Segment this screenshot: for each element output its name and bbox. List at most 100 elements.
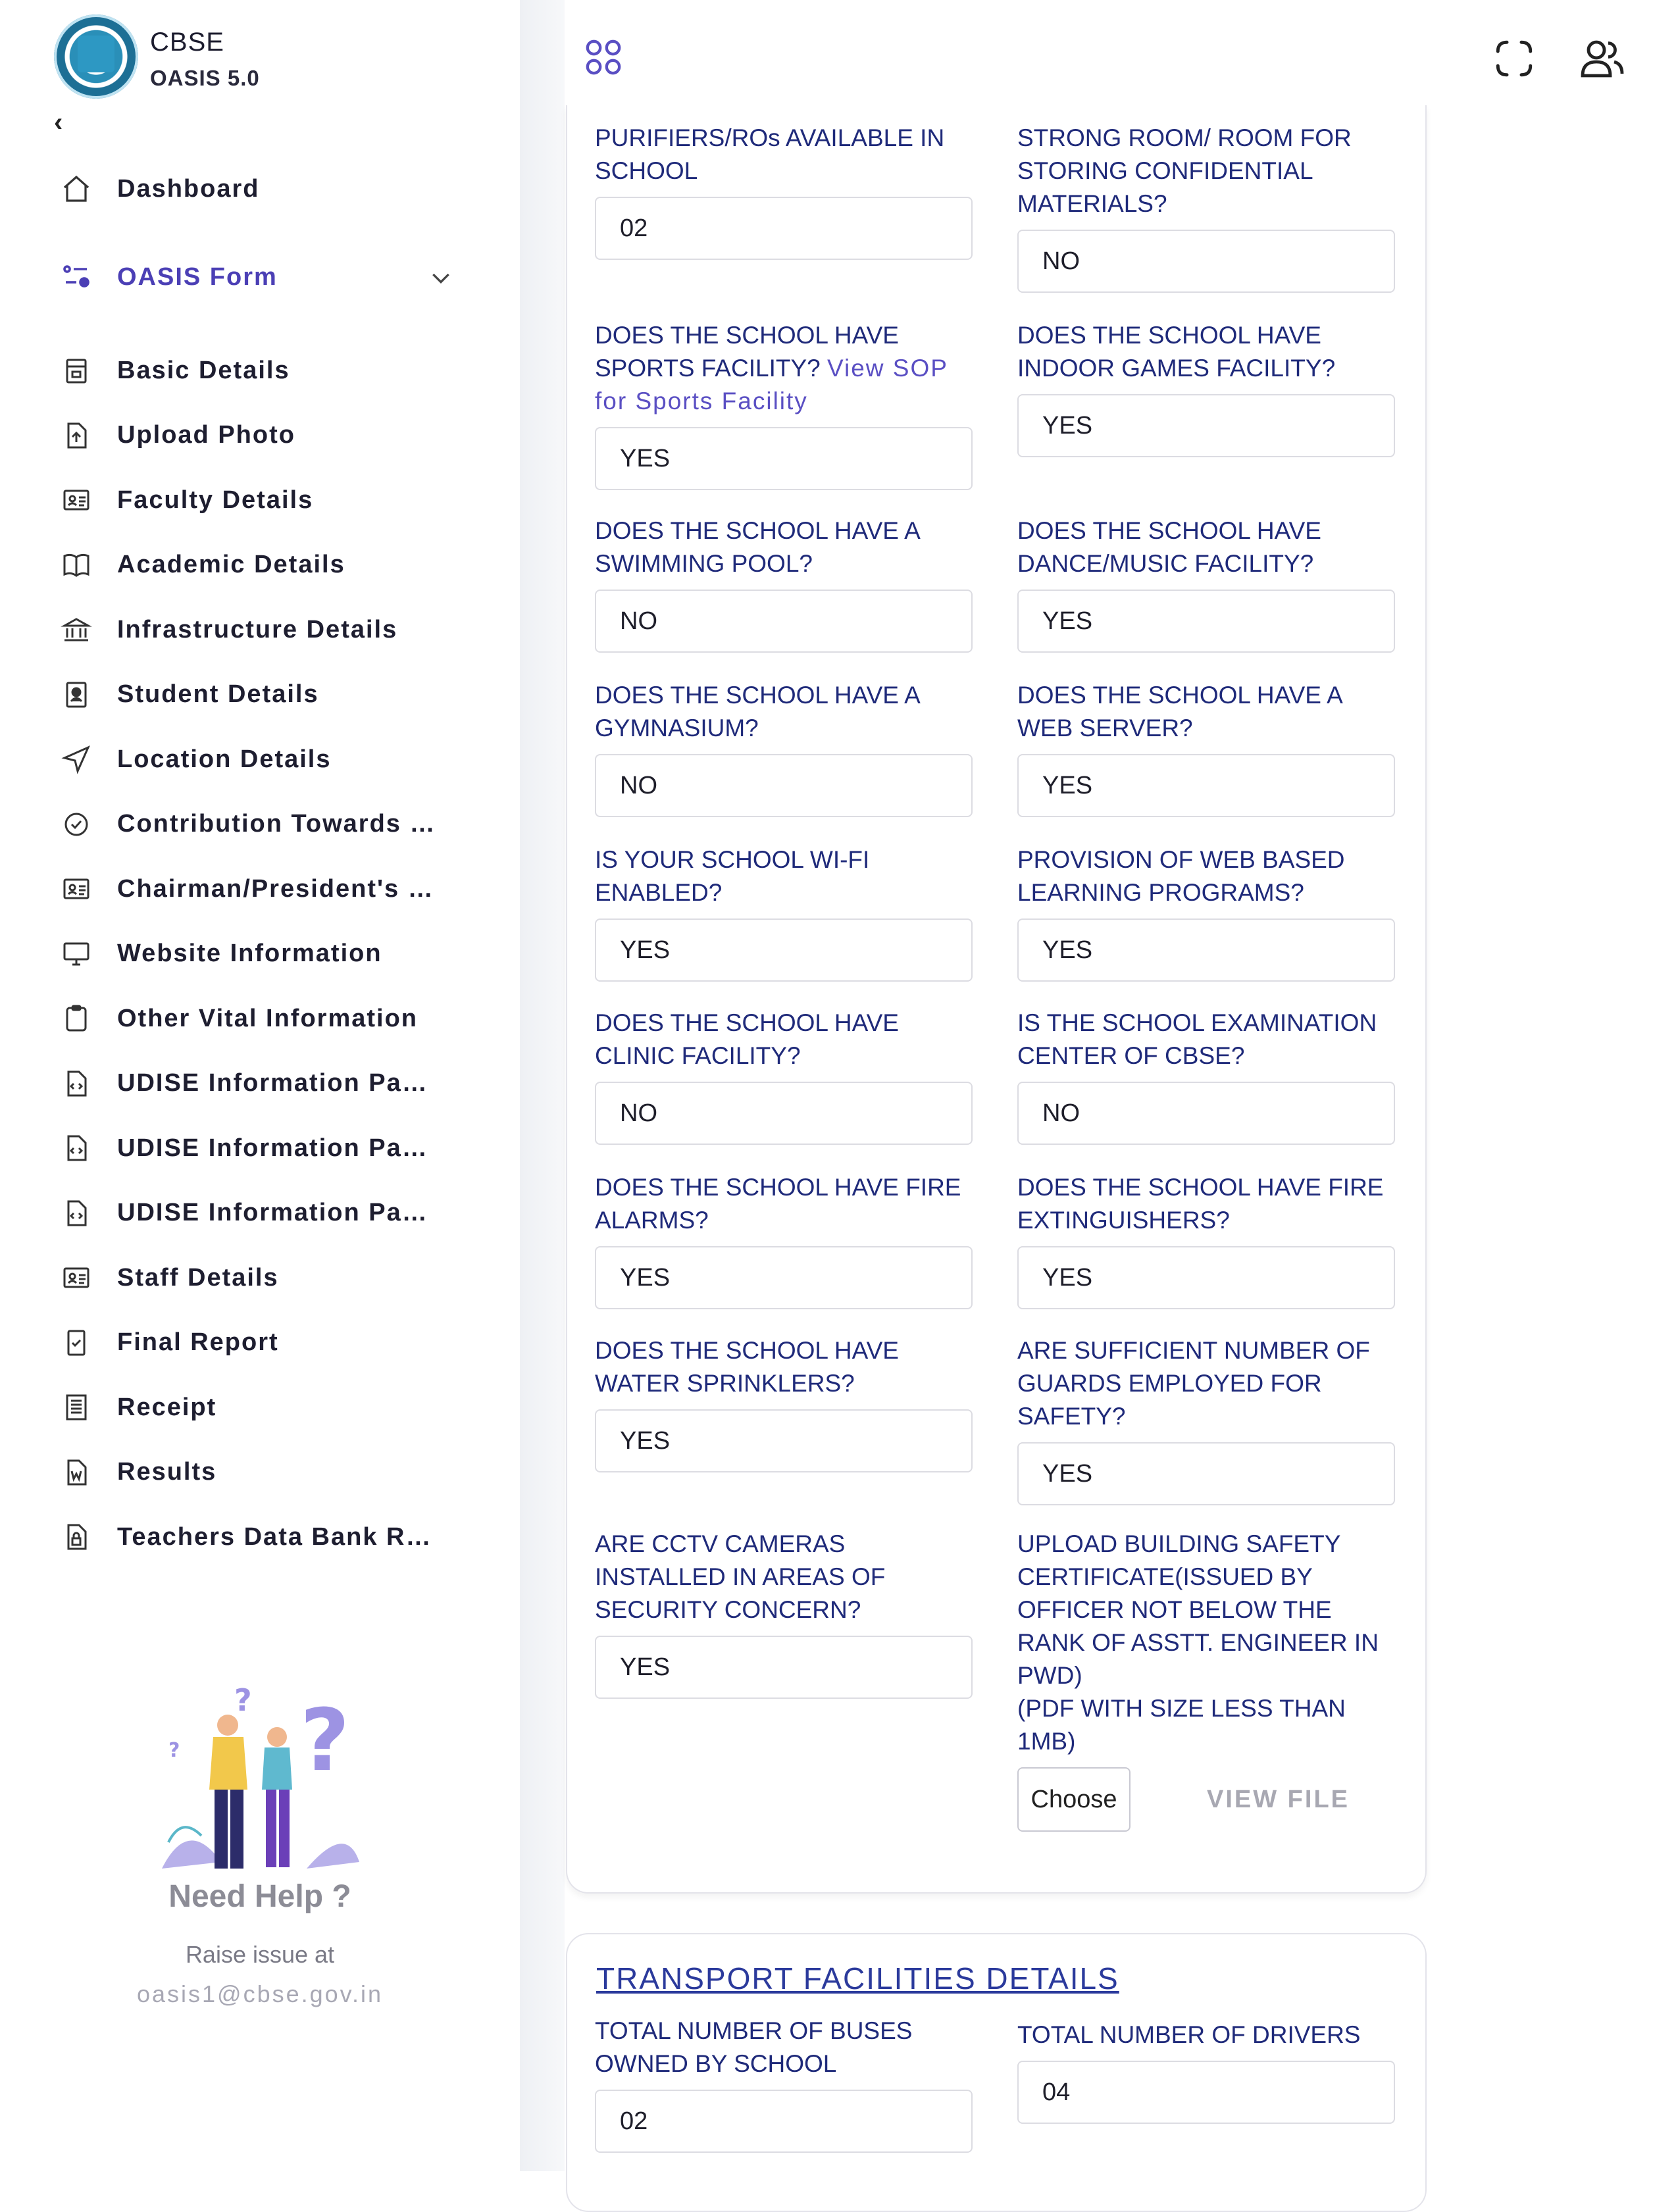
sidebar-item-udise-information-pa[interactable]: UDISE Information Pa… (58, 1125, 479, 1171)
answer-input[interactable]: 02 (595, 197, 973, 260)
field-label: DOES THE SCHOOL HAVE FIRE ALARMS? (595, 1174, 961, 1234)
sidebar-item-label: Infrastructure Details (117, 615, 398, 643)
sidebar-item-website-information[interactable]: Website Information (58, 931, 479, 977)
right-field-7: ARE SUFFICIENT NUMBER OF GUARDS EMPLOYED… (1017, 1334, 1398, 1505)
sidebar-item-label: UDISE Information Pa… (117, 1199, 428, 1226)
upload-safety-certificate-label: UPLOAD BUILDING SAFETY CERTIFICATE(ISSUE… (1017, 1530, 1379, 1755)
sidebar-item-results[interactable]: Results (58, 1449, 479, 1496)
field-label: ARE SUFFICIENT NUMBER OF GUARDS EMPLOYED… (1017, 1337, 1370, 1430)
answer-input[interactable]: YES (1017, 394, 1395, 457)
upload-file-icon (58, 417, 95, 454)
answer-input[interactable]: YES (595, 1409, 973, 1472)
brand-subtitle: OASIS 5.0 (150, 66, 260, 90)
left-field-8: ARE CCTV CAMERAS INSTALLED IN AREAS OF S… (595, 1528, 975, 1699)
sidebar-item-contribution-towards[interactable]: Contribution Towards … (58, 801, 479, 847)
field-label: DOES THE SCHOOL HAVE DANCE/MUSIC FACILIT… (1017, 517, 1321, 577)
sidebar-item-upload-photo[interactable]: Upload Photo (58, 413, 479, 459)
sidebar-item-teachers-data-bank-r[interactable]: Teachers Data Bank R… (58, 1514, 479, 1560)
sidebar-item-label: Website Information (117, 940, 382, 967)
answer-input[interactable]: YES (1017, 754, 1395, 817)
answer-input[interactable]: YES (595, 427, 973, 490)
total-drivers-field: TOTAL NUMBER OF DRIVERS 04 (1017, 2019, 1398, 2124)
view-file-button[interactable]: VIEW FILE (1207, 1786, 1350, 1814)
form-settings-icon (58, 259, 95, 295)
chevron-down-icon[interactable] (428, 264, 454, 291)
sidebar-item-academic-details[interactable]: Academic Details (58, 542, 479, 588)
total-buses-input[interactable]: 02 (595, 2090, 973, 2153)
sidebar-item-label: Student Details (117, 680, 319, 708)
answer-input[interactable]: YES (1017, 590, 1395, 653)
answer-input[interactable]: NO (595, 754, 973, 817)
left-field-3: DOES THE SCHOOL HAVE A GYMNASIUM? NO (595, 679, 975, 817)
sidebar-item-udise-information-pa[interactable]: UDISE Information Pa… (58, 1061, 479, 1107)
field-label: ARE CCTV CAMERAS INSTALLED IN AREAS OF S… (595, 1530, 886, 1623)
collapse-sidebar-button[interactable]: ‹ (54, 109, 74, 136)
code-file-icon (58, 1130, 95, 1167)
left-field-5: DOES THE SCHOOL HAVE CLINIC FACILITY? NO (595, 1007, 975, 1145)
id-card-icon (58, 870, 95, 907)
field-label: DOES THE SCHOOL HAVE CLINIC FACILITY? (595, 1009, 899, 1069)
sidebar-item-location-details[interactable]: Location Details (58, 736, 479, 782)
support-email-link[interactable]: oasis1@cbse.gov.in (0, 1980, 520, 2008)
bank-icon (58, 611, 95, 648)
sidebar-item-udise-information-pa[interactable]: UDISE Information Pa… (58, 1190, 479, 1236)
answer-input[interactable]: NO (595, 590, 973, 653)
sidebar-item-oasis-form[interactable]: OASIS Form (58, 254, 479, 300)
right-field-0: STRONG ROOM/ ROOM FOR STORING CONFIDENTI… (1017, 122, 1398, 293)
sidebar-item-label: UDISE Information Pa… (117, 1134, 428, 1162)
answer-input[interactable]: YES (595, 918, 973, 982)
answer-input[interactable]: YES (595, 1246, 973, 1309)
raise-issue-text: Raise issue at (185, 1941, 335, 1968)
fullscreen-icon[interactable] (1492, 37, 1536, 80)
right-field-5: IS THE SCHOOL EXAMINATION CENTER OF CBSE… (1017, 1007, 1398, 1145)
sidebar-item-basic-details[interactable]: Basic Details (58, 347, 479, 393)
sidebar-item-student-details[interactable]: Student Details (58, 672, 479, 718)
field-label: DOES THE SCHOOL HAVE INDOOR GAMES FACILI… (1017, 322, 1336, 382)
right-field-1: DOES THE SCHOOL HAVE INDOOR GAMES FACILI… (1017, 319, 1398, 457)
sidebar-item-label: Final Report (117, 1328, 279, 1356)
user-profile-icon[interactable] (1578, 34, 1627, 82)
sidebar-item-faculty-details[interactable]: Faculty Details (58, 477, 479, 523)
word-file-icon (58, 1454, 95, 1491)
clipboard-icon (58, 1000, 95, 1037)
sidebar-item-label: Academic Details (117, 551, 345, 578)
sidebar-item-receipt[interactable]: Receipt (58, 1384, 479, 1430)
lock-file-icon (58, 1519, 95, 1555)
answer-input[interactable]: NO (595, 1082, 973, 1145)
cbse-logo (54, 14, 138, 99)
brand-title: CBSE (150, 28, 224, 57)
sidebar-item-label: Chairman/President's … (117, 874, 434, 903)
total-drivers-input[interactable]: 04 (1017, 2061, 1395, 2124)
answer-input[interactable]: YES (1017, 1246, 1395, 1309)
svg-text:?: ? (168, 1739, 180, 1762)
sidebar-item-dashboard[interactable]: Dashboard (58, 166, 479, 212)
book-icon (58, 547, 95, 584)
field-label: TOTAL NUMBER OF BUSES OWNED BY SCHOOL (595, 2017, 913, 2077)
choose-file-button[interactable]: Choose (1017, 1767, 1131, 1832)
sidebar-item-label: Location Details (117, 745, 332, 773)
answer-input[interactable]: NO (1017, 230, 1395, 293)
left-field-6: DOES THE SCHOOL HAVE FIRE ALARMS? YES (595, 1171, 975, 1309)
sidebar-item-other-vital-information[interactable]: Other Vital Information (58, 995, 479, 1042)
left-field-1: DOES THE SCHOOL HAVE SPORTS FACILITY? Vi… (595, 319, 975, 490)
sidebar-item-label: Teachers Data Bank R… (117, 1522, 432, 1551)
right-field-3: DOES THE SCHOOL HAVE A WEB SERVER? YES (1017, 679, 1398, 817)
field-label: DOES THE SCHOOL HAVE SPORTS FACILITY? Vi… (595, 322, 948, 415)
answer-input[interactable]: YES (595, 1636, 973, 1699)
answer-input[interactable]: YES (1017, 1442, 1395, 1505)
sidebar-item-chairman-president-s[interactable]: Chairman/President's … (58, 866, 479, 912)
sidebar-item-infrastructure-details[interactable]: Infrastructure Details (58, 607, 479, 653)
sidebar-item-label: Contribution Towards … (117, 810, 436, 838)
sidebar-item-staff-details[interactable]: Staff Details (58, 1255, 479, 1301)
building-icon (58, 352, 95, 389)
right-field-2: DOES THE SCHOOL HAVE DANCE/MUSIC FACILIT… (1017, 515, 1398, 653)
total-buses-field: TOTAL NUMBER OF BUSES OWNED BY SCHOOL 02 (595, 2015, 975, 2153)
sidebar-item-final-report[interactable]: Final Report (58, 1320, 479, 1366)
apps-grid-icon[interactable] (584, 38, 623, 76)
home-icon (58, 170, 95, 207)
sidebar-item-label: Staff Details (117, 1263, 279, 1292)
code-file-icon (58, 1065, 95, 1102)
answer-input[interactable]: NO (1017, 1082, 1395, 1145)
answer-input[interactable]: YES (1017, 918, 1395, 982)
right-field-4: PROVISION OF WEB BASED LEARNING PROGRAMS… (1017, 843, 1398, 982)
